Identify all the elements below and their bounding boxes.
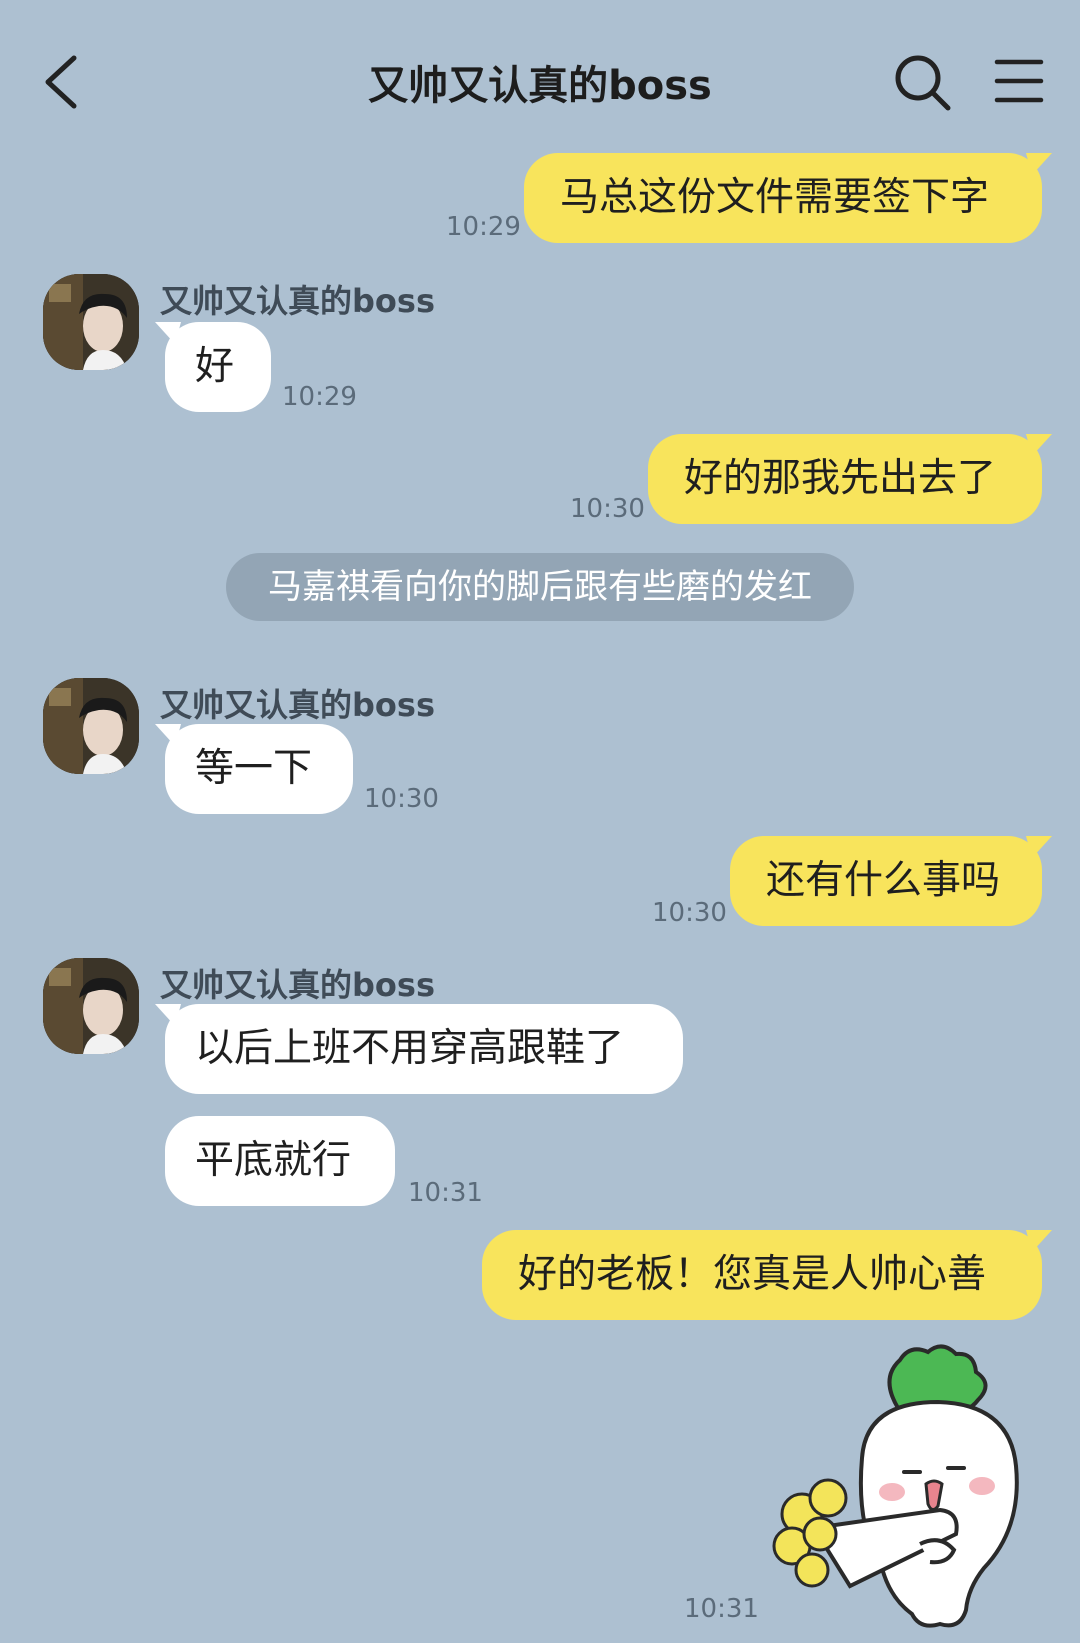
their-message-bubble[interactable]: 好 xyxy=(155,322,271,412)
bubble-tail xyxy=(155,322,181,344)
bubble-tail xyxy=(155,724,181,746)
my-message-bubble[interactable]: 还有什么事吗 xyxy=(730,836,1052,926)
sender-name: 又帅又认真的boss xyxy=(160,686,435,724)
bubble-tail xyxy=(1026,153,1052,175)
message-text: 以后上班不用穿高跟鞋了 xyxy=(195,1026,625,1071)
menu-icon[interactable] xyxy=(993,56,1045,106)
their-message-bubble[interactable]: 平底就行 xyxy=(165,1116,395,1206)
my-message-bubble[interactable]: 马总这份文件需要签下字 xyxy=(524,153,1052,243)
message-time: 10:30 xyxy=(570,494,645,524)
boss-avatar[interactable] xyxy=(43,958,139,1054)
sender-name: 又帅又认真的boss xyxy=(160,966,435,1004)
message-time: 10:30 xyxy=(364,784,439,814)
bubble-tail xyxy=(155,1004,181,1026)
chat-header: 又帅又认真的boss xyxy=(0,0,1080,150)
message-text: 还有什么事吗 xyxy=(766,858,1001,903)
message-time: 10:29 xyxy=(446,212,521,242)
my-message-bubble[interactable]: 好的老板！您真是人帅心善 xyxy=(482,1230,1052,1320)
message-text: 等一下 xyxy=(195,746,313,791)
bubble-tail xyxy=(1026,1230,1052,1252)
message-text: 平底就行 xyxy=(195,1138,352,1183)
radish-holding-flowers-sticker[interactable] xyxy=(770,1338,1040,1640)
message-text: 好 xyxy=(195,344,235,389)
my-message-bubble[interactable]: 好的那我先出去了 xyxy=(648,434,1052,524)
boss-avatar[interactable] xyxy=(43,678,139,774)
their-message-bubble[interactable]: 等一下 xyxy=(155,724,353,814)
message-text: 马总这份文件需要签下字 xyxy=(560,175,990,220)
message-time: 10:31 xyxy=(684,1594,759,1624)
search-icon[interactable] xyxy=(892,52,952,112)
message-text: 好的那我先出去了 xyxy=(684,456,997,501)
bubble-tail xyxy=(1026,836,1052,858)
system-message: 马嘉祺看向你的脚后跟有些磨的发红 xyxy=(226,553,854,621)
message-time: 10:30 xyxy=(652,898,727,928)
message-time: 10:29 xyxy=(282,382,357,412)
message-text: 好的老板！您真是人帅心善 xyxy=(518,1252,987,1297)
sender-name: 又帅又认真的boss xyxy=(160,282,435,320)
boss-avatar[interactable] xyxy=(43,274,139,370)
their-message-bubble[interactable]: 以后上班不用穿高跟鞋了 xyxy=(155,1004,683,1094)
message-time: 10:31 xyxy=(408,1178,483,1208)
bubble-tail xyxy=(1026,434,1052,456)
